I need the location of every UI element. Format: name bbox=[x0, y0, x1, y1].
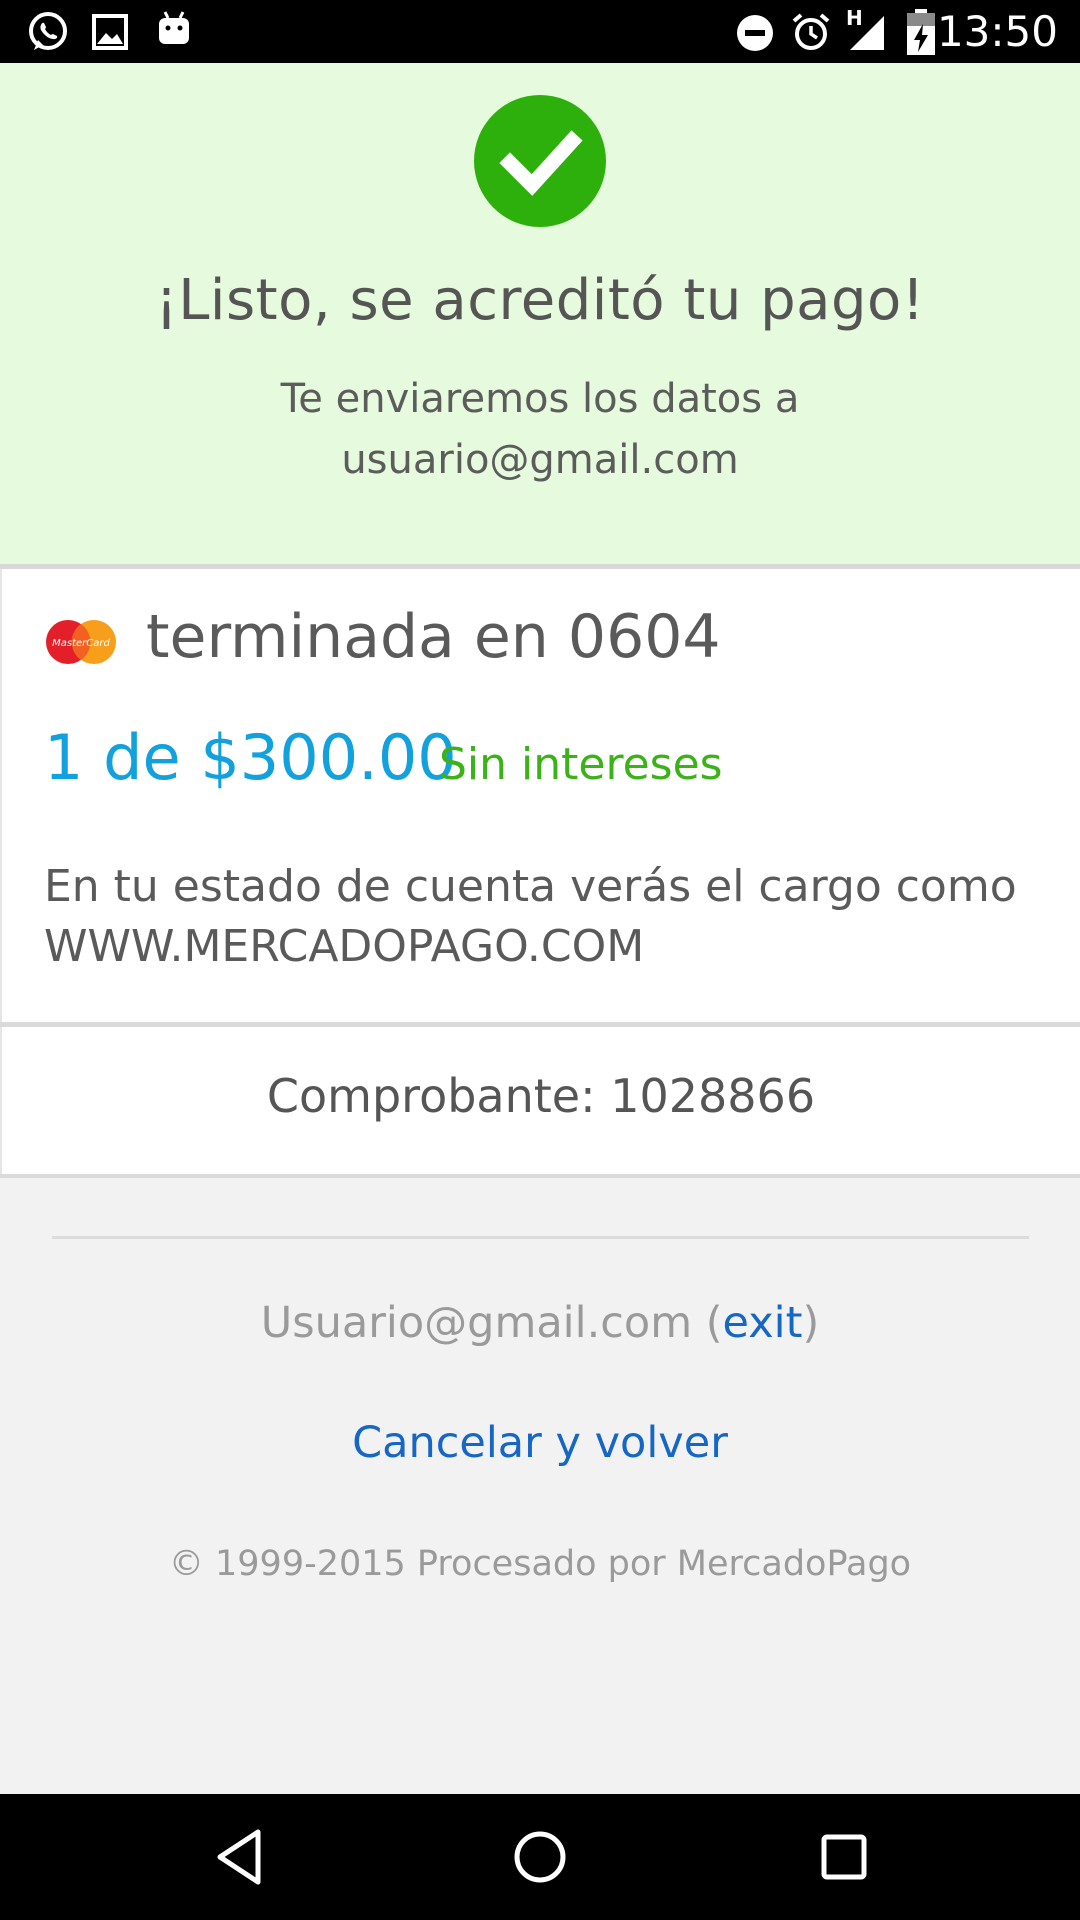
success-banner: ¡Listo, se acreditó tu pago! Te enviarem… bbox=[0, 63, 1080, 564]
receipt-box: Comprobante: 1028866 bbox=[0, 1027, 1080, 1174]
recents-icon[interactable] bbox=[814, 1824, 874, 1890]
status-bar: H 13:50 bbox=[0, 0, 1080, 63]
success-subtitle-email: usuario@gmail.com bbox=[341, 437, 739, 483]
battery-charging-icon bbox=[907, 9, 935, 55]
signal-icon bbox=[850, 16, 884, 50]
whatsapp-icon bbox=[29, 12, 67, 50]
payment-details-card: MasterCard terminada en 0604 1 de $300.0… bbox=[0, 569, 1080, 1022]
exit-link[interactable]: exit bbox=[723, 1298, 803, 1348]
user-email: Usuario@gmail.com bbox=[260, 1298, 693, 1348]
mastercard-logo-text: MasterCard bbox=[52, 638, 110, 649]
receipt-divider bbox=[0, 1174, 1080, 1178]
android-icon bbox=[159, 11, 189, 44]
statement-line-1: En tu estado de cuenta verás el cargo co… bbox=[44, 861, 1017, 912]
status-time: 13:50 bbox=[936, 7, 1058, 56]
mastercard-logo: MasterCard bbox=[46, 620, 116, 664]
card-label: terminada en 0604 bbox=[146, 602, 721, 672]
do-not-disturb-icon bbox=[737, 15, 773, 51]
receipt-number: Comprobante: 1028866 bbox=[266, 1069, 816, 1123]
installments-amount: 1 de $300.00 bbox=[44, 721, 457, 794]
footer-divider bbox=[52, 1236, 1029, 1239]
image-icon bbox=[92, 14, 128, 50]
copyright-text: © 1999-2015 Procesado por MercadoPago bbox=[168, 1544, 912, 1584]
statement-note: En tu estado de cuenta verás el cargo co… bbox=[44, 857, 1044, 977]
statement-line-2: WWW.MERCADOPAGO.COM bbox=[44, 921, 645, 972]
cancel-and-return-link[interactable]: Cancelar y volver bbox=[0, 1418, 1080, 1468]
navigation-bar bbox=[0, 1794, 1080, 1920]
home-icon[interactable] bbox=[510, 1824, 570, 1890]
back-icon[interactable] bbox=[210, 1824, 270, 1890]
interest-note: Sin intereses bbox=[439, 739, 723, 790]
paren-open: ( bbox=[692, 1298, 723, 1348]
success-subtitle-line1: Te enviaremos los datos a bbox=[280, 376, 800, 422]
paren-close: ) bbox=[802, 1298, 820, 1348]
user-line: Usuario@gmail.com (exit) bbox=[0, 1298, 1080, 1348]
alarm-icon bbox=[792, 13, 830, 50]
success-check-icon bbox=[474, 95, 606, 227]
success-title: ¡Listo, se acreditó tu pago! bbox=[155, 268, 925, 333]
